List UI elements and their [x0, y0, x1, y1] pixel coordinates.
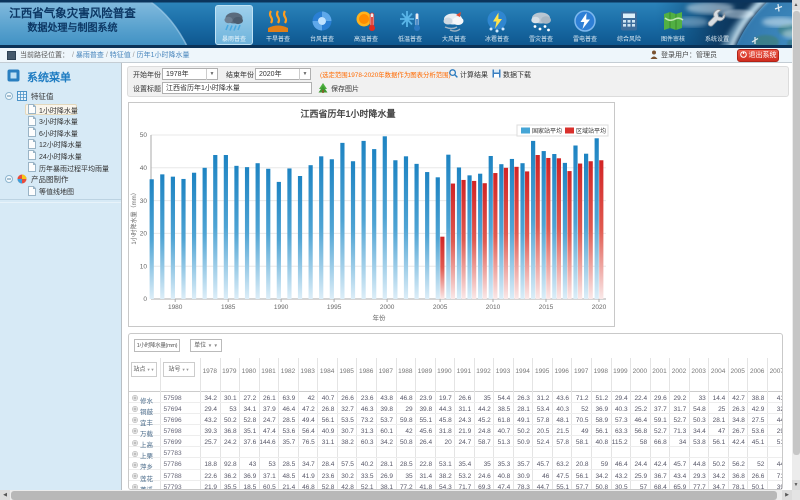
svg-text:1小时降水量（mm）: 1小时降水量（mm）: [130, 189, 138, 244]
svg-text:0: 0: [143, 296, 147, 303]
svg-text:2020: 2020: [592, 304, 607, 311]
svg-text:1980: 1980: [168, 304, 183, 311]
svg-text:区域站平均: 区域站平均: [576, 127, 606, 135]
svg-text:1990: 1990: [274, 304, 289, 311]
svg-text:10: 10: [140, 263, 148, 270]
svg-text:1985: 1985: [221, 304, 236, 311]
svg-text:20: 20: [140, 231, 148, 238]
svg-text:2005: 2005: [433, 304, 448, 311]
svg-text:2000: 2000: [380, 304, 395, 311]
svg-text:30: 30: [140, 198, 148, 205]
svg-text:2010: 2010: [486, 304, 501, 311]
svg-text:江西省历年1小时降水量: 江西省历年1小时降水量: [300, 108, 395, 119]
svg-text:50: 50: [140, 132, 148, 139]
svg-text:年份: 年份: [373, 313, 387, 322]
svg-text:1995: 1995: [327, 304, 342, 311]
svg-text:国家站平均: 国家站平均: [532, 127, 562, 135]
svg-text:2015: 2015: [539, 304, 554, 311]
svg-text:40: 40: [140, 165, 148, 172]
